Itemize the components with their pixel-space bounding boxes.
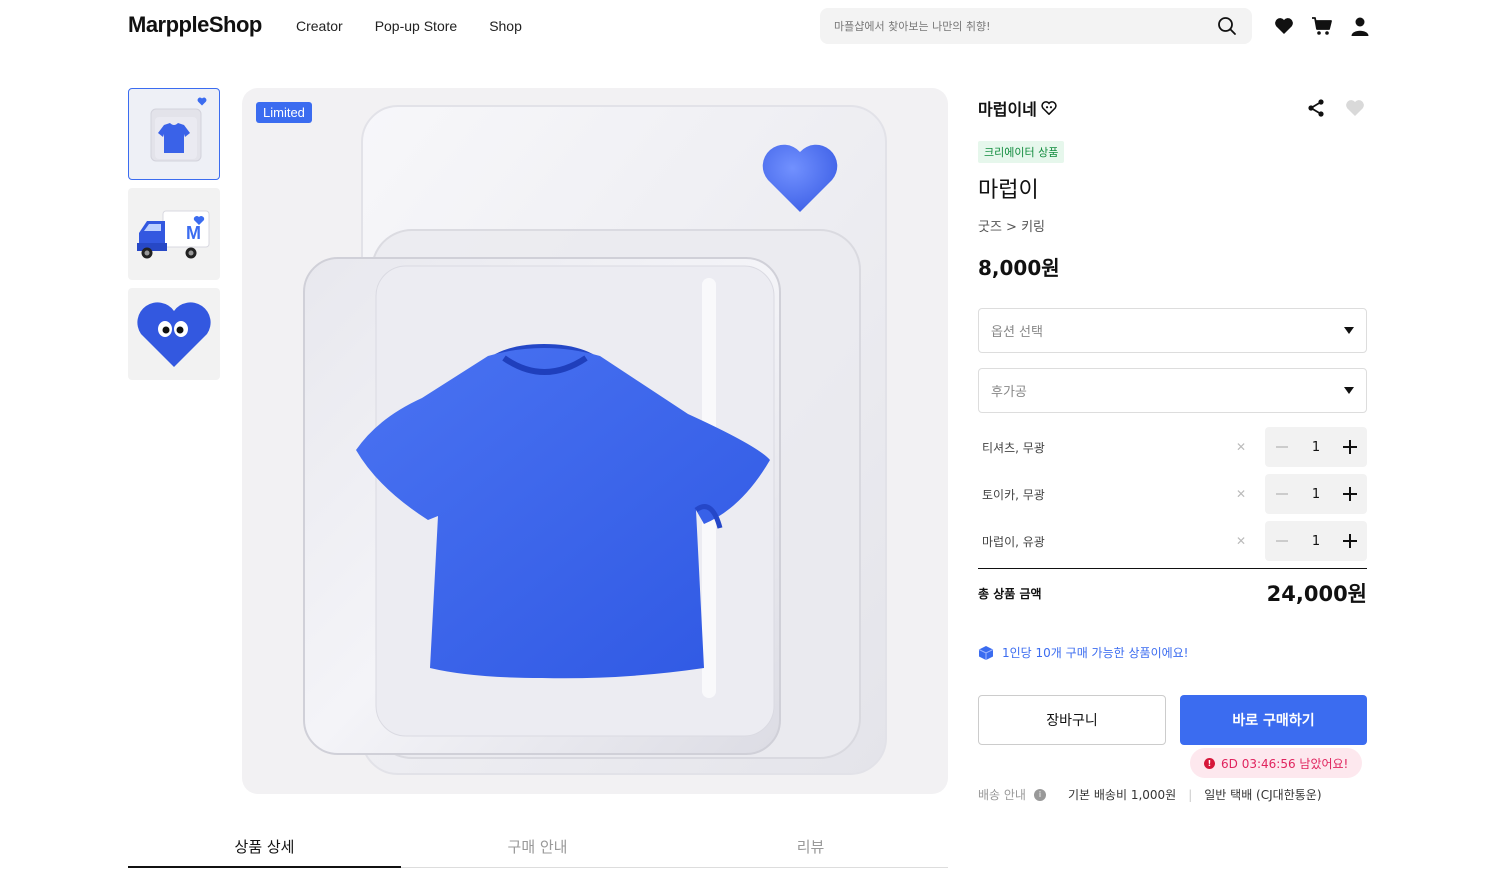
increase-button[interactable] (1343, 440, 1357, 454)
limited-badge: Limited (256, 102, 312, 123)
decrease-button[interactable] (1275, 487, 1289, 501)
svg-text:M: M (186, 223, 201, 243)
logo[interactable]: MarppleShop (128, 12, 262, 38)
search-icon[interactable] (1216, 15, 1238, 37)
quantity-stepper: 1 (1265, 474, 1367, 514)
heart-face-icon (1041, 101, 1057, 115)
product-tabs: 상품 상세 구매 안내 리뷰 (128, 824, 948, 868)
remove-option-icon[interactable]: ✕ (1236, 487, 1246, 501)
quantity-value: 1 (1311, 533, 1321, 549)
quantity-value: 1 (1311, 486, 1321, 502)
post-process-select-label: 후가공 (991, 385, 1027, 400)
option-name: 마럽이, 유광 (982, 534, 1045, 549)
shipping-label: 배송 안내 (978, 788, 1026, 802)
creator-product-badge: 크리에이터 상품 (978, 141, 1065, 163)
thumbnail-list: M (128, 88, 220, 380)
countdown-timer: ! 6D 03:46:56 남았어요! (1190, 748, 1363, 778)
increase-button[interactable] (1343, 534, 1357, 548)
purchase-limit-note: 1인당 10개 구매 가능한 상품이에요! (978, 644, 1189, 661)
shipping-info: 배송 안내 i 기본 배송비 1,000원 | 일반 택배 (CJ대한통운) (978, 786, 1322, 803)
user-icon[interactable] (1348, 14, 1372, 38)
quantity-stepper: 1 (1265, 427, 1367, 467)
thumbnail-tshirt[interactable] (128, 88, 220, 180)
add-to-cart-button[interactable]: 장바구니 (978, 695, 1166, 745)
tab-product-detail[interactable]: 상품 상세 (128, 824, 401, 868)
caret-down-icon (1344, 327, 1354, 334)
heart-character-thumbnail-image (137, 302, 211, 367)
selected-option-row: 토이카, 무광 ✕ 1 (978, 473, 1367, 515)
selected-option-row: 티셔츠, 무광 ✕ 1 (978, 426, 1367, 468)
purchase-limit-text: 1인당 10개 구매 가능한 상품이에요! (1002, 646, 1189, 660)
nav-shop[interactable]: Shop (489, 18, 522, 34)
total-price: 24,000원 (1266, 582, 1367, 606)
caret-down-icon (1344, 387, 1354, 394)
truck-thumbnail-image: M (137, 210, 210, 259)
search-input[interactable] (834, 19, 1216, 33)
cube-icon (978, 645, 994, 660)
option-select-label: 옵션 선택 (991, 325, 1043, 340)
buy-now-button[interactable]: 바로 구매하기 (1180, 695, 1367, 745)
option-name: 티셔츠, 무광 (982, 440, 1045, 455)
info-icon[interactable]: i (1033, 788, 1046, 801)
search-bar (820, 8, 1252, 44)
tab-reviews[interactable]: 리뷰 (674, 824, 947, 867)
decrease-button[interactable] (1275, 534, 1289, 548)
tshirt-thumbnail-image (150, 108, 202, 162)
quantity-value: 1 (1311, 439, 1321, 455)
increase-button[interactable] (1343, 487, 1357, 501)
thumbnail-truck[interactable]: M (128, 188, 220, 280)
post-process-select[interactable]: 후가공 (978, 368, 1367, 413)
divider (978, 568, 1367, 569)
tshirt-toy-illustration (303, 105, 887, 775)
shipping-method: 일반 택배 (CJ대한통운) (1204, 788, 1322, 802)
heart-icon[interactable] (1272, 14, 1296, 38)
like-heart-icon[interactable] (1345, 99, 1365, 119)
option-select[interactable]: 옵션 선택 (978, 308, 1367, 353)
quantity-stepper: 1 (1265, 521, 1367, 561)
countdown-text: 6D 03:46:56 남았어요! (1221, 756, 1349, 771)
shipping-fee: 기본 배송비 1,000원 (1067, 788, 1177, 802)
thumbnail-heart-character[interactable] (128, 288, 220, 380)
remove-option-icon[interactable]: ✕ (1236, 440, 1246, 454)
alert-icon: ! (1204, 757, 1215, 769)
option-name: 토이카, 무광 (982, 487, 1045, 502)
main-product-image[interactable]: Limited (242, 88, 948, 794)
heart-icon (197, 97, 207, 106)
product-title: 마럽이 (978, 178, 1039, 203)
product-price: 8,000원 (978, 256, 1060, 280)
breadcrumb[interactable]: 굿즈 > 키링 (978, 216, 1045, 235)
remove-option-icon[interactable]: ✕ (1236, 534, 1246, 548)
header-icons (1272, 14, 1372, 38)
main-nav: Creator Pop-up Store Shop (296, 18, 522, 34)
tab-purchase-guide[interactable]: 구매 안내 (401, 824, 674, 867)
total-label: 총 상품 금액 (978, 587, 1042, 601)
divider: | (1188, 787, 1193, 802)
selected-option-row: 마럽이, 유광 ✕ 1 (978, 520, 1367, 562)
creator-label: 마럽이네 (978, 100, 1037, 119)
decrease-button[interactable] (1275, 440, 1289, 454)
share-icon[interactable] (1306, 98, 1326, 118)
nav-popup-store[interactable]: Pop-up Store (375, 18, 458, 34)
cart-icon[interactable] (1310, 14, 1334, 38)
nav-creator[interactable]: Creator (296, 18, 343, 34)
creator-name[interactable]: 마럽이네 (978, 96, 1057, 120)
